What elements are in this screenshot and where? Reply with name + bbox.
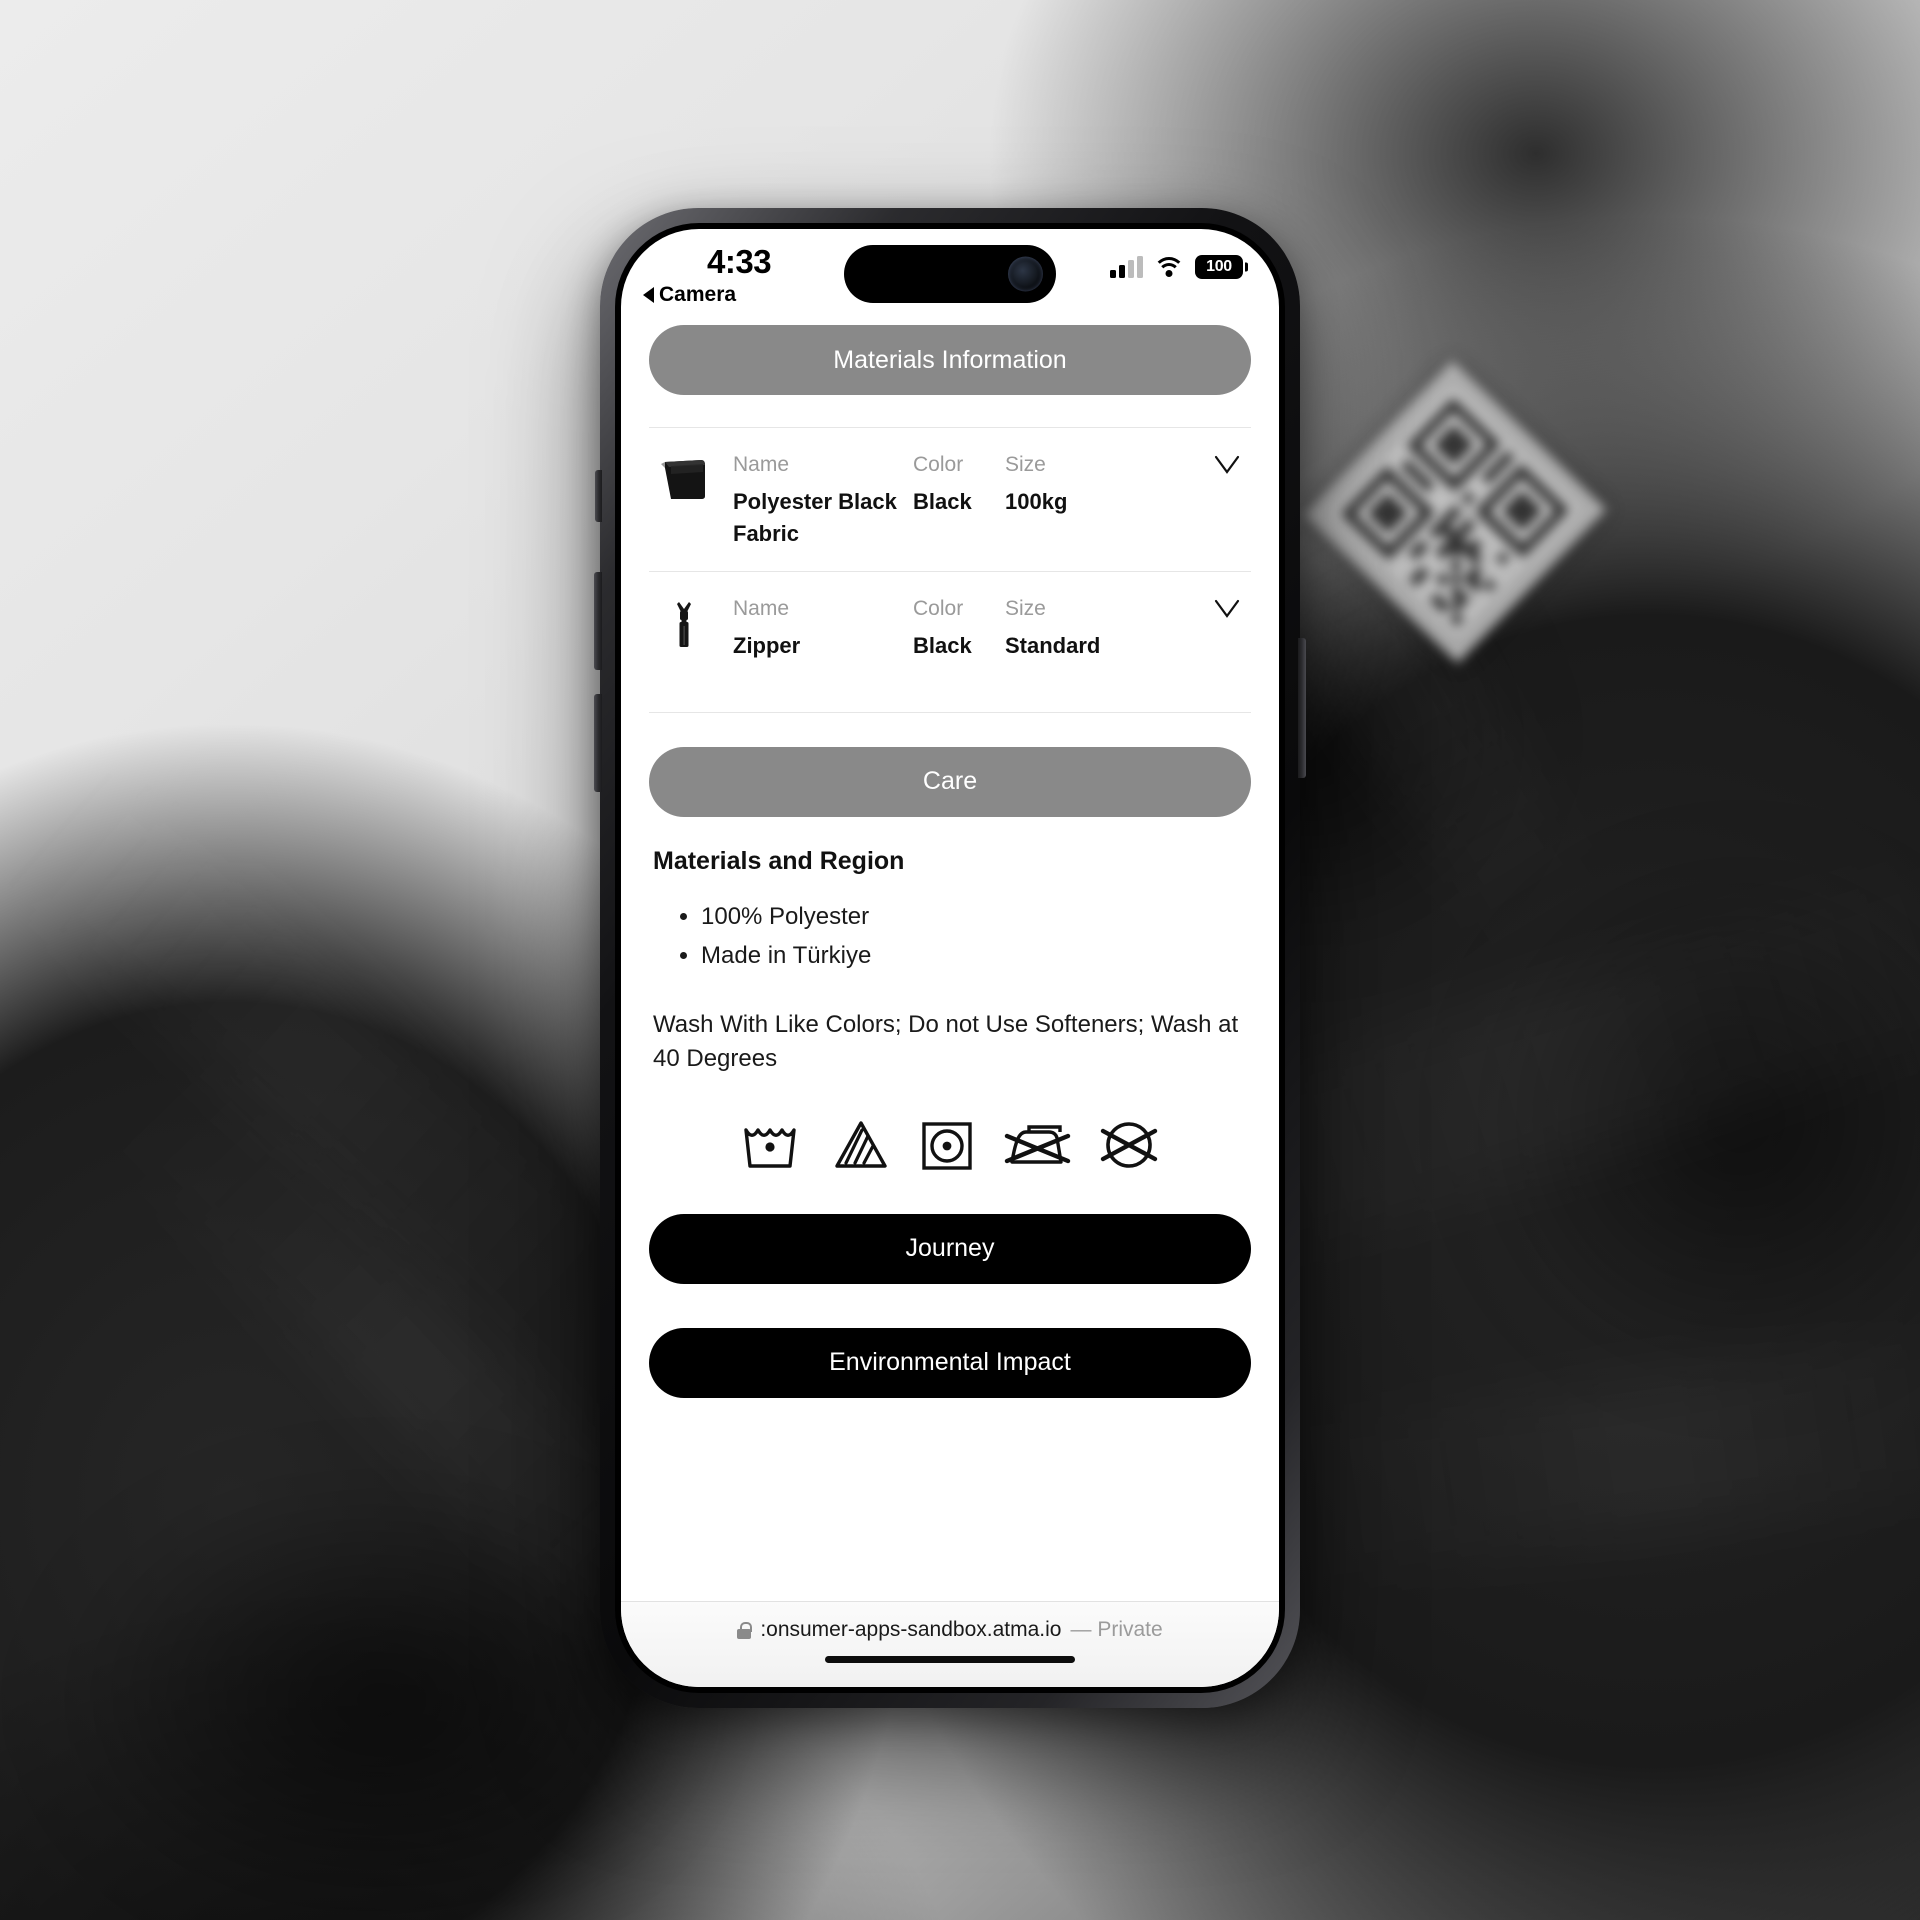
material-size-field: Size Standard — [1005, 594, 1145, 662]
cellular-signal-icon — [1110, 256, 1143, 278]
material-fields: Name Polyester Black Fabric Color Black … — [733, 450, 1189, 549]
environmental-impact-button[interactable]: Environmental Impact — [649, 1327, 1251, 1398]
tumble-dry-low-icon — [918, 1116, 976, 1174]
material-size-field: Size 100kg — [1005, 450, 1145, 549]
materials-and-region-heading: Materials and Region — [653, 846, 905, 875]
lock-icon — [737, 1621, 753, 1639]
battery-percent-label: 100 — [1206, 258, 1232, 275]
screenshot-scene: 4:33 Camera 100 Materials Information Na… — [0, 0, 1920, 1920]
size-label: Size — [1005, 453, 1046, 476]
power-button[interactable] — [1298, 638, 1306, 778]
material-name-field: Name Polyester Black Fabric — [733, 450, 913, 549]
name-value: Zipper — [733, 633, 801, 659]
care-symbol-row — [649, 1116, 1251, 1174]
region-bullet-list: 100% Polyester Made in Türkiye — [649, 898, 1251, 976]
size-label: Size — [1005, 596, 1046, 620]
material-color-field: Color Black — [913, 450, 1005, 549]
material-row-fabric[interactable]: Name Polyester Black Fabric Color Black … — [649, 428, 1251, 571]
list-item: Made in Türkiye — [701, 937, 1251, 976]
material-name-field: Name Zipper — [733, 594, 913, 662]
name-value: Polyester Black Fabric — [733, 489, 897, 546]
volume-down-button[interactable] — [594, 694, 602, 792]
triangle-left-icon — [643, 287, 654, 303]
materials-information-button[interactable]: Materials Information — [649, 325, 1251, 395]
zipper-icon — [653, 594, 715, 656]
color-label: Color — [913, 453, 964, 476]
name-label: Name — [733, 453, 790, 476]
name-label: Name — [733, 596, 790, 620]
color-label: Color — [913, 596, 964, 620]
material-color-field: Color Black — [913, 594, 1005, 662]
phone-screen: 4:33 Camera 100 Materials Information Na… — [621, 229, 1279, 1687]
status-bar-time: 4:33 — [707, 243, 772, 280]
wifi-icon — [1153, 256, 1185, 278]
care-button[interactable]: Care — [649, 746, 1251, 817]
size-value: Standard — [1005, 633, 1101, 659]
safari-url-bar[interactable]: :onsumer-apps-sandbox.atma.io — Private — [621, 1601, 1279, 1687]
chevron-down-icon[interactable] — [1207, 596, 1247, 622]
chevron-down-icon[interactable] — [1207, 452, 1247, 478]
page-content: Materials Information Name Polyester Bla… — [621, 325, 1279, 1601]
size-value: 100kg — [1005, 489, 1068, 515]
material-fields: Name Zipper Color Black Size Standard — [733, 594, 1189, 662]
iphone-device: 4:33 Camera 100 Materials Information Na… — [594, 208, 1306, 1708]
do-not-iron-icon — [1002, 1116, 1072, 1174]
list-item: 100% Polyester — [701, 898, 1251, 937]
machine-wash-gentle-icon — [740, 1116, 804, 1174]
do-not-dry-clean-icon — [1098, 1116, 1160, 1174]
journey-button[interactable]: Journey — [649, 1213, 1251, 1284]
ios-status-bar: 4:33 Camera 100 — [621, 229, 1279, 325]
url-line[interactable]: :onsumer-apps-sandbox.atma.io — Private — [737, 1618, 1163, 1642]
home-indicator[interactable] — [825, 1656, 1075, 1663]
color-value: Black — [913, 633, 972, 659]
mute-switch-button[interactable] — [595, 470, 602, 522]
back-link-label: Camera — [659, 283, 737, 306]
url-text: :onsumer-apps-sandbox.atma.io — [760, 1618, 1062, 1641]
non-chlorine-bleach-icon — [830, 1116, 892, 1174]
color-value: Black — [913, 489, 972, 515]
private-browsing-label: — Private — [1070, 1618, 1163, 1641]
volume-up-button[interactable] — [594, 572, 602, 670]
front-camera-icon — [1008, 256, 1043, 292]
fabric-roll-icon — [653, 450, 715, 512]
dynamic-island — [844, 245, 1056, 303]
status-bar-indicators: 100 — [1110, 255, 1243, 279]
material-row-zipper[interactable]: Name Zipper Color Black Size Standard — [649, 572, 1251, 712]
battery-full-icon: 100 — [1195, 255, 1243, 279]
back-to-camera-link[interactable]: Camera — [643, 283, 736, 307]
phone-bezel: 4:33 Camera 100 Materials Information Na… — [615, 223, 1285, 1693]
wash-instructions-text: Wash With Like Colors; Do not Use Soften… — [653, 1010, 1239, 1072]
